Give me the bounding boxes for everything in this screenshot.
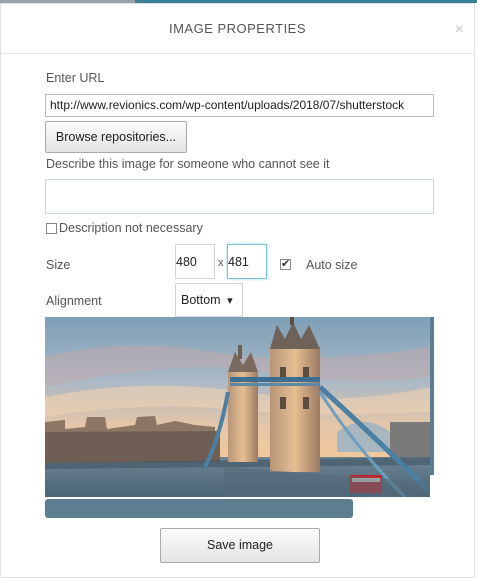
size-label: Size bbox=[46, 258, 71, 272]
width-input[interactable]: 480 bbox=[175, 244, 215, 279]
description-not-necessary-checkbox[interactable] bbox=[46, 223, 57, 234]
dialog-header: IMAGE PROPERTIES × bbox=[1, 4, 474, 54]
height-value: 481 bbox=[228, 255, 249, 269]
dialog-title: IMAGE PROPERTIES bbox=[168, 21, 307, 36]
alignment-select[interactable]: Bottom ▾ bbox=[175, 283, 243, 317]
height-input[interactable]: 481 bbox=[227, 244, 267, 279]
vertical-scrollbar[interactable] bbox=[430, 317, 434, 475]
width-value: 480 bbox=[176, 255, 197, 269]
right-tower bbox=[270, 317, 320, 472]
auto-size-checkbox[interactable] bbox=[280, 257, 291, 271]
size-separator: x bbox=[218, 257, 224, 269]
tower-bridge-photo bbox=[45, 317, 430, 497]
horizontal-scrollbar[interactable] bbox=[45, 499, 353, 518]
description-input[interactable] bbox=[45, 179, 434, 214]
url-input[interactable]: http://www.revionics.com/wp-content/uplo… bbox=[45, 94, 434, 117]
browse-repositories-button[interactable]: Browse repositories... bbox=[45, 121, 187, 153]
save-image-button[interactable]: Save image bbox=[160, 528, 320, 563]
description-not-necessary-label: Description not necessary bbox=[59, 221, 203, 235]
auto-size-label: Auto size bbox=[306, 258, 358, 272]
close-icon[interactable]: × bbox=[455, 22, 464, 38]
alignment-label: Alignment bbox=[46, 294, 102, 308]
dropdown-arrow-icon: ▾ bbox=[227, 295, 233, 307]
alignment-selected-value: Bottom bbox=[181, 293, 221, 307]
description-label: Describe this image for someone who cann… bbox=[46, 157, 330, 171]
image-preview bbox=[45, 317, 430, 497]
url-label: Enter URL bbox=[46, 71, 105, 85]
